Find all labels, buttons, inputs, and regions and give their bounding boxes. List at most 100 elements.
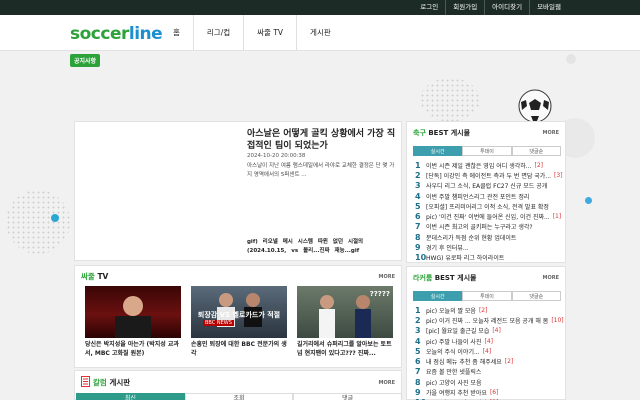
post-title[interactable]: 이번 주말 챔피언스리그 관전 포인트 정리 — [426, 192, 529, 201]
tv-more-link[interactable]: MORE — [379, 274, 396, 280]
locker-best-list: 1 pic) 오늘의 짤 모음 [2] 2 pic) 이거 진짜 ... 오늘자 레전드… — [415, 305, 565, 400]
comment-count: [4] — [484, 337, 493, 345]
column-section: 칼럼 게시판 MORE 최신 조회 댓글 — [74, 370, 403, 400]
decor-circle-green — [585, 197, 592, 204]
post-title[interactable]: pic) 이거 진짜 ... 오늘자 레전드 모음 공개 해 봄 — [426, 316, 548, 325]
post-title[interactable]: pic) '이건 진짜' 이번에 들어온 신입, 이건 진짜... — [426, 212, 550, 221]
nav-league-cup[interactable]: 리그/컵 — [192, 15, 243, 51]
rank-number: 1 — [415, 160, 421, 170]
tab-comments[interactable]: 댓글순 — [511, 146, 561, 156]
list-item[interactable]: 2 [단독] 이강인 측 에이전트 측과 두 번 면담 국가... [3] — [415, 170, 565, 180]
rank-number: 5 — [415, 346, 421, 356]
list-item[interactable]: 5 오늘의 주식 이야기... [4] — [415, 346, 565, 356]
soccer-ball-icon — [518, 89, 552, 123]
list-item[interactable]: 3 사우디 리그 소식, EA클럽 FC27 신규 모드 공개 — [415, 181, 565, 191]
post-title[interactable]: HWG) 유로파 리그 하이라이트 — [426, 253, 504, 262]
top-links: 로그인 회원가입 아이디찾기 모바일웹 — [413, 0, 568, 15]
post-title[interactable]: 가을 여행지 추천 받아요 — [426, 388, 487, 397]
column-tab-comments[interactable]: 댓글 — [293, 393, 403, 400]
locker-best-title: 라커룸 BEST 게시물 — [413, 274, 477, 282]
list-item[interactable]: 1 이번 시즌 제일 괜찮은 영입 어디 생각하... [2] — [415, 160, 565, 170]
list-item[interactable]: 7 요즘 볼 만한 넷플릭스 — [415, 367, 565, 377]
post-title[interactable]: [pic] 월요일 출근길 모습 — [426, 326, 489, 335]
post-title[interactable]: 경기 후 인터뷰... — [426, 243, 469, 252]
list-item[interactable]: 4 pic) 주말 나들이 사진 [4] — [415, 336, 565, 346]
post-title[interactable]: 요즘 볼 만한 넷플릭스 — [426, 367, 481, 376]
column-tabs: 최신 조회 댓글 — [76, 393, 403, 400]
post-title[interactable]: 이번 시즌 최고의 골키퍼는 누구라고 생각? — [426, 222, 533, 231]
tab-realtime[interactable]: 실시간 — [413, 146, 463, 156]
list-item[interactable]: 8 분데스리가 득점 순위 현황 업데이트 — [415, 232, 565, 242]
column-more-link[interactable]: MORE — [379, 380, 396, 386]
soccer-best-list: 1 이번 시즌 제일 괜찮은 영입 어디 생각하... [2] 2 [단독] 이강인 측… — [415, 160, 565, 263]
locker-best-more-link[interactable]: MORE — [543, 275, 560, 281]
tv-thumb-1[interactable] — [85, 286, 181, 338]
tv-caption-2[interactable]: 손흥민 퇴장에 대한 BBC 전문가의 생각 — [191, 340, 287, 358]
rank-number: 8 — [415, 232, 421, 242]
post-title[interactable]: pic) 주말 나들이 사진 — [426, 337, 481, 346]
dot-pattern-left — [6, 190, 70, 254]
tab-comments[interactable]: 댓글순 — [511, 291, 561, 301]
top-bar: 로그인 회원가입 아이디찾기 모바일웹 — [0, 0, 640, 15]
nav-tv[interactable]: 싸줄 TV — [243, 15, 296, 51]
header: soccerline 홈 리그/컵 싸줄 TV 게시판 — [0, 15, 640, 51]
post-title[interactable]: pic) 고양이 사진 모음 — [426, 378, 481, 387]
column-tab-latest[interactable]: 최신 — [76, 393, 185, 400]
tv-overlay-2: 퇴장감 VS 옐로카드가 적절 — [197, 311, 281, 319]
rank-number: 2 — [415, 170, 421, 180]
locker-best-panel: 라커룸 BEST 게시물 MORE 실시간 투데이 댓글순 1 pic) 오늘의 … — [406, 266, 566, 400]
tv-thumb-3[interactable]: ????? — [297, 286, 393, 338]
tv-thumb-2[interactable]: 퇴장감 VS 옐로카드가 적절 BBC NEWS — [191, 286, 287, 338]
post-title[interactable]: 사우디 리그 소식, EA클럽 FC27 신규 모드 공개 — [426, 181, 547, 190]
post-title[interactable]: 분데스리가 득점 순위 현황 업데이트 — [426, 233, 516, 242]
list-item[interactable]: 4 이번 주말 챔피언스리그 관전 포인트 정리 — [415, 191, 565, 201]
login-link[interactable]: 로그인 — [413, 0, 445, 15]
soccer-best-more-link[interactable]: MORE — [543, 130, 560, 136]
signup-link[interactable]: 회원가입 — [445, 0, 484, 15]
column-title: 칼럼 게시판 — [93, 378, 131, 387]
list-item[interactable]: 8 pic) 고양이 사진 모음 — [415, 377, 565, 387]
tab-today[interactable]: 투데이 — [462, 146, 512, 156]
post-title[interactable]: [단독] 이강인 측 에이전트 측과 두 번 면담 국가... — [426, 171, 551, 180]
post-title[interactable]: 이번 시즌 제일 괜찮은 영입 어디 생각하... — [426, 161, 532, 170]
rank-number: 7 — [415, 222, 421, 232]
list-item[interactable]: 2 pic) 이거 진짜 ... 오늘자 레전드 모음 공개 해 봄 [10] — [415, 315, 565, 325]
nav-board[interactable]: 게시판 — [296, 15, 344, 51]
tab-today[interactable]: 투데이 — [462, 291, 512, 301]
site-logo[interactable]: soccerline — [70, 24, 163, 44]
list-item[interactable]: 6 pic) '이건 진짜' 이번에 들어온 신입, 이건 진짜... [1] — [415, 211, 565, 221]
post-title[interactable]: [오피셜] 프리미어리그 이적 소식, 전격 발표 확정 — [426, 202, 549, 211]
tv-section: 싸줄 TV MORE 당신은 박지성을 아는가 (박지성 교과서, MBC 고화… — [74, 265, 402, 368]
list-item[interactable]: 10 HWG) 유로파 리그 하이라이트 — [415, 253, 565, 263]
column-tab-views[interactable]: 조회 — [184, 393, 294, 400]
notice-badge[interactable]: 공지사항 — [70, 54, 101, 67]
tv-caption-3[interactable]: 길거리에서 슈퍼리그를 알아보는 토트넘 현지팬이 있다고??? 진짜... — [297, 340, 393, 358]
main-nav: 홈 리그/컵 싸줄 TV 게시판 — [160, 15, 344, 51]
post-title[interactable]: 오늘의 주식 이야기... — [426, 347, 480, 356]
mobile-web-link[interactable]: 모바일웹 — [529, 0, 568, 15]
post-title[interactable]: pic) 오늘의 짤 모음 — [426, 306, 476, 315]
post-title[interactable]: 내 점심 메뉴 추천 좀 해주세요 — [426, 357, 502, 366]
rank-number: 3 — [415, 326, 421, 336]
rank-number: 4 — [415, 191, 421, 201]
headline-title[interactable]: 아스날은 어떻게 골킥 상황에서 가장 직접적인 팀이 되었는가 — [247, 128, 397, 152]
rank-number: 3 — [415, 181, 421, 191]
list-item[interactable]: 9 경기 후 인터뷰... — [415, 242, 565, 252]
list-item[interactable]: 3 [pic] 월요일 출근길 모습 [4] — [415, 326, 565, 336]
headline-panel[interactable]: 아스날은 어떻게 골킥 상황에서 가장 직접적인 팀이 되었는가 2024-10… — [74, 121, 402, 261]
list-item[interactable]: 5 [오피셜] 프리미어리그 이적 소식, 전격 발표 확정 — [415, 201, 565, 211]
headline-gif-link[interactable]: gif) 리오넬 메시 시스템 따윈 없던 시절의 (2024.10.15, v… — [247, 238, 397, 256]
tab-realtime[interactable]: 실시간 — [413, 291, 463, 301]
tv-caption-1[interactable]: 당신은 박지성을 아는가 (박지성 교과서, MBC 고화질 원본) — [85, 340, 181, 358]
find-id-link[interactable]: 아이디찾기 — [484, 0, 529, 15]
list-item[interactable]: 1 pic) 오늘의 짤 모음 [2] — [415, 305, 565, 315]
player-image-icon — [115, 296, 151, 338]
comment-count: [2] — [478, 306, 488, 314]
soccer-best-panel: 축구 BEST 게시물 MORE 실시간 투데이 댓글순 1 이번 시즌 제일 괜… — [406, 121, 566, 263]
nav-home[interactable]: 홈 — [160, 15, 193, 51]
list-item[interactable]: 9 가을 여행지 추천 받아요 [6] — [415, 387, 565, 397]
list-item[interactable]: 7 이번 시즌 최고의 골키퍼는 누구라고 생각? — [415, 222, 565, 232]
soccer-best-title: 축구 BEST 게시물 — [413, 129, 471, 137]
decor-circle-teal — [51, 214, 59, 222]
list-item[interactable]: 6 내 점심 메뉴 추천 좀 해주세요 [2] — [415, 356, 565, 366]
